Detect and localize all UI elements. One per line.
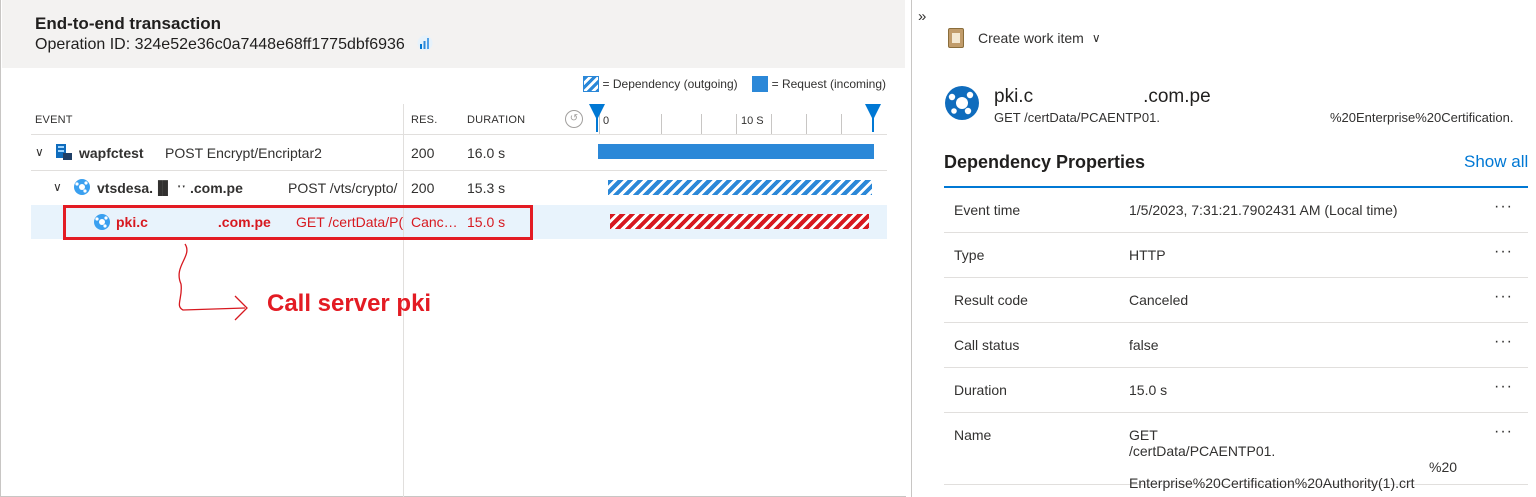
create-work-item-button[interactable]: Create work item ∨ (948, 28, 1101, 48)
event-duration: 16.0 s (467, 145, 506, 161)
dependency-name: pki.c .com.pe (994, 86, 1211, 107)
operation-id: Operation ID: 324e52e36c0a7448e68ff1775d… (35, 35, 433, 56)
property-row: Duration 15.0 s ··· (944, 368, 1528, 413)
axis-tick (806, 114, 807, 134)
axis-tick (771, 114, 772, 134)
axis-label-mid: 10 S (741, 115, 764, 127)
property-value: Canceled (1129, 292, 1189, 308)
request-swatch (751, 76, 768, 92)
event-name: wapfctest (79, 145, 144, 161)
highlight-box (63, 205, 533, 240)
analytics-chart-icon[interactable] (417, 35, 433, 56)
replay-icon[interactable]: ↺ (565, 110, 583, 128)
legend-request: = Request (incoming) (771, 77, 886, 91)
column-header-duration: DURATION (467, 114, 526, 126)
event-operation: POST Encrypt/Encriptar2 (165, 145, 322, 161)
chevron-down-icon[interactable]: ∨ (53, 180, 62, 194)
divider (31, 134, 887, 135)
property-key: Name (954, 427, 992, 443)
more-options-icon[interactable]: ··· (1494, 198, 1513, 216)
timeline-legend: = Dependency (outgoing) = Request (incom… (582, 76, 886, 92)
timeline-bar[interactable] (598, 144, 874, 159)
event-result: 200 (411, 180, 435, 196)
page-title: End-to-end transaction (35, 14, 222, 33)
more-options-icon[interactable]: ··· (1494, 243, 1513, 261)
property-key: Type (954, 247, 985, 263)
property-value: 1/5/2023, 7:31:21.7902431 AM (Local time… (1129, 202, 1398, 218)
table-row[interactable]: ∨ wapfctest POST Encrypt/Encriptar2 200 … (31, 136, 887, 170)
column-header-res: RES. (411, 114, 438, 126)
web-app-icon (73, 178, 91, 199)
operation-id-text: Operation ID: 324e52e36c0a7448e68ff1775d… (35, 36, 405, 53)
event-operation: POST /vts/crypto/ (288, 180, 398, 196)
dependency-url: GET /certData/PCAENTP01. %20Enterprise%20… (994, 110, 1514, 125)
column-header-event: EVENT (35, 114, 73, 126)
chevron-down-icon[interactable]: ∨ (35, 145, 44, 159)
property-row: Type HTTP ··· (944, 233, 1528, 278)
table-row[interactable]: ∨ vtsdesa.▐▌ ˑˑ .com.pe POST /vts/crypto… (31, 171, 887, 205)
property-value: GET /certData/PCAENTP01. %20 Enterprise%… (1129, 427, 1458, 491)
property-key: Result code (954, 292, 1028, 308)
details-pane: » Create work item ∨ pki.c .com.pe GET /c… (911, 0, 1536, 497)
range-end-marker[interactable] (865, 104, 881, 132)
server-icon (55, 143, 73, 164)
property-value: false (1129, 337, 1159, 353)
chevron-down-icon: ∨ (1091, 31, 1101, 45)
property-key: Call status (954, 337, 1020, 353)
transaction-header: End-to-end transaction Operation ID: 324… (2, 0, 905, 68)
transaction-pane: End-to-end transaction Operation ID: 324… (0, 0, 906, 497)
property-key: Event time (954, 202, 1021, 218)
dependency-swatch (582, 76, 599, 92)
property-row: Result code Canceled ··· (944, 278, 1528, 323)
web-app-icon (944, 85, 980, 126)
event-result: 200 (411, 145, 435, 161)
annotation-text: Call server pki (267, 290, 432, 317)
expand-chevron-icon[interactable]: » (918, 8, 926, 25)
create-work-item-label: Create work item (978, 30, 1084, 46)
show-all-link[interactable]: Show all (1464, 152, 1528, 172)
annotation-arrow (178, 243, 248, 321)
range-start-marker[interactable] (589, 104, 605, 132)
axis-tick (701, 114, 702, 134)
legend-dependency: = Dependency (outgoing) (602, 77, 738, 91)
property-value: 15.0 s (1129, 382, 1168, 398)
axis-tick (841, 114, 842, 134)
more-options-icon[interactable]: ··· (1494, 288, 1513, 306)
axis-tick (736, 114, 737, 134)
timeline-axis[interactable]: 0 10 S (589, 104, 881, 134)
property-row: Name GET /certData/PCAENTP01. %20 Enterp… (944, 413, 1528, 491)
property-row: Call status false ··· (944, 323, 1528, 368)
event-name: vtsdesa.▐▌ ˑˑ .com.pe (97, 180, 243, 196)
work-item-icon (948, 28, 964, 48)
axis-tick (661, 114, 662, 134)
timeline-bar[interactable] (610, 214, 869, 229)
more-options-icon[interactable]: ··· (1494, 378, 1513, 396)
property-row: Event time 1/5/2023, 7:31:21.7902431 AM … (944, 188, 1528, 233)
more-options-icon[interactable]: ··· (1494, 333, 1513, 351)
timeline-bar[interactable] (608, 180, 873, 195)
property-value: HTTP (1129, 247, 1166, 263)
event-duration: 15.3 s (467, 180, 506, 196)
more-options-icon[interactable]: ··· (1494, 423, 1513, 441)
properties-title: Dependency Properties (944, 152, 1146, 172)
property-key: Duration (954, 382, 1007, 398)
